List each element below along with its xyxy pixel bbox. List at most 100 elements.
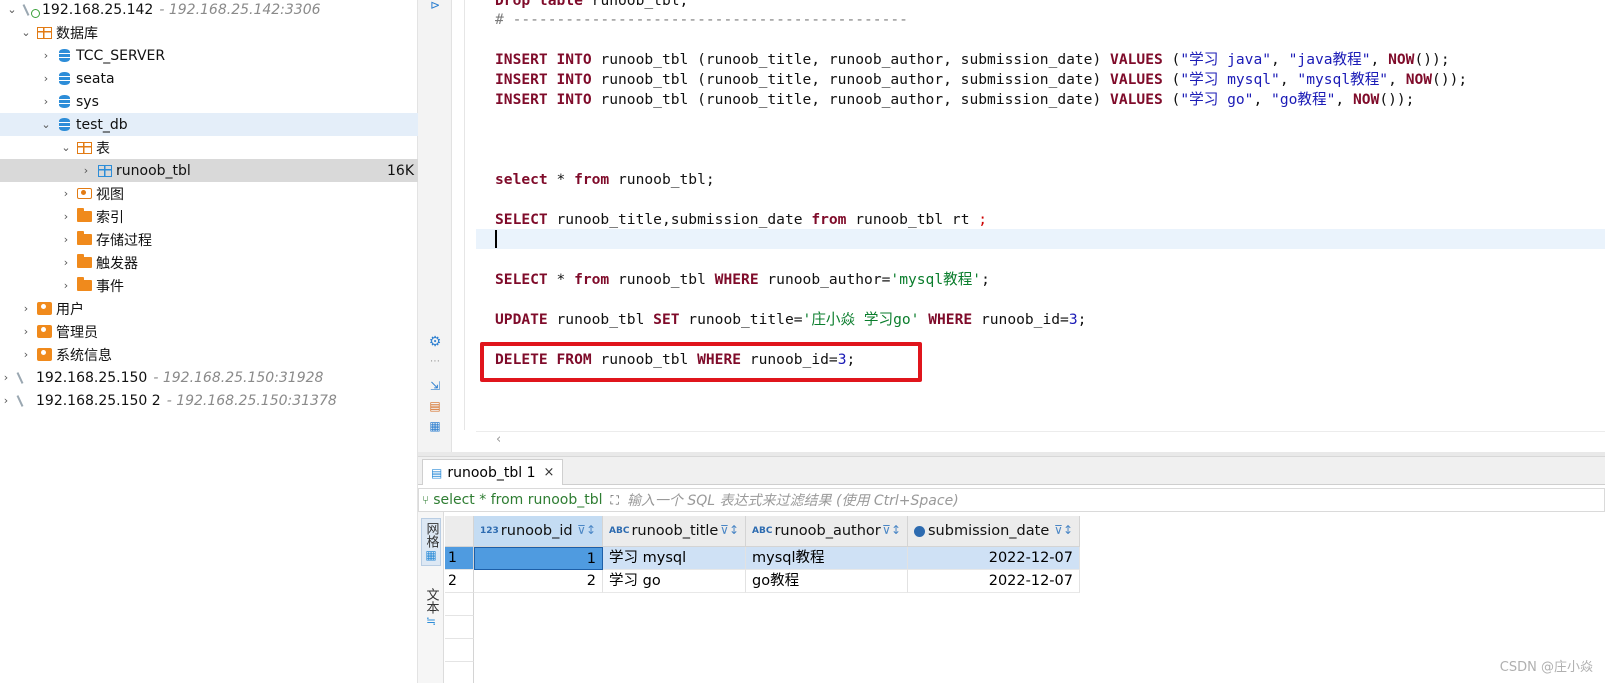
- tree-db-seata[interactable]: › seata: [0, 67, 418, 90]
- tree-procedures-folder[interactable]: › 存储过程: [0, 228, 418, 251]
- connection-icon: [16, 370, 33, 386]
- text-caret: [495, 230, 497, 248]
- tree-databases[interactable]: ⌄ 数据库: [0, 21, 418, 44]
- row-number[interactable]: 2: [445, 570, 474, 593]
- chevron-down-icon[interactable]: ⌄: [6, 3, 18, 16]
- column-name: runoob_id: [500, 523, 573, 539]
- chevron-right-icon[interactable]: ›: [40, 49, 52, 62]
- cell-submission-date[interactable]: 2022-12-07: [908, 570, 1080, 593]
- chevron-right-icon[interactable]: ›: [0, 394, 12, 407]
- database-folder-icon: [36, 25, 53, 41]
- tree-connection-150-2[interactable]: › 192.168.25.150 2 - 192.168.25.150:3137…: [0, 389, 418, 412]
- tree-label: 存储过程: [96, 232, 152, 249]
- chevron-down-icon[interactable]: ⌄: [60, 141, 72, 154]
- table-size: 16K: [387, 162, 414, 179]
- chevron-right-icon[interactable]: ›: [60, 187, 72, 200]
- format-icon[interactable]: ▦: [427, 418, 443, 434]
- code-line-insert-3: INSERT INTO runoob_tbl (runoob_title, ru…: [495, 91, 1415, 108]
- tree-label: 视图: [96, 186, 124, 203]
- cell-runoob-title[interactable]: 学习 mysql: [603, 547, 746, 570]
- close-icon[interactable]: ×: [544, 465, 555, 480]
- horizontal-scrollbar[interactable]: ‹: [476, 431, 1605, 449]
- filter-sort-icon[interactable]: ⊽↕: [1054, 523, 1073, 537]
- expand-icon[interactable]: ⛶: [611, 493, 619, 508]
- text-view-button[interactable]: 文本 ≒: [421, 588, 441, 628]
- column-name: runoob_title: [631, 523, 719, 539]
- more-icon[interactable]: ⋯: [427, 353, 443, 369]
- chevron-right-icon[interactable]: ›: [40, 72, 52, 85]
- tree-label: 事件: [96, 278, 124, 295]
- connection-label: 192.168.25.150 2: [36, 392, 161, 409]
- tree-connection-150[interactable]: › 192.168.25.150 - 192.168.25.150:31928: [0, 366, 418, 389]
- chevron-right-icon[interactable]: ›: [20, 302, 32, 315]
- column-header-runoob-author[interactable]: ABC runoob_author ⊽↕: [746, 516, 908, 547]
- column-header-runoob-title[interactable]: ABC runoob_title ⊽↕: [603, 516, 746, 547]
- tree-views-folder[interactable]: › 视图: [0, 182, 418, 205]
- tree-db-test-db[interactable]: ⌄ test_db: [0, 113, 418, 136]
- column-header-runoob-id[interactable]: 123 runoob_id ⊽↕: [474, 516, 603, 547]
- watermark: CSDN @庄小焱: [1499, 660, 1593, 675]
- filter-sort-icon[interactable]: ⊽↕: [720, 523, 739, 537]
- terminal-icon[interactable]: ⊳: [427, 0, 443, 13]
- empty-row: [445, 616, 474, 639]
- cell-runoob-author[interactable]: mysql教程: [746, 547, 908, 570]
- results-grid[interactable]: 123 runoob_id ⊽↕ ABC runoob_title ⊽↕ ABC…: [445, 516, 1605, 683]
- chevron-right-icon[interactable]: ›: [60, 233, 72, 246]
- highlight-box: [480, 342, 922, 382]
- column-name: submission_date: [928, 523, 1050, 539]
- tree-connection-142[interactable]: ⌄ 192.168.25.142 - 192.168.25.142:3306: [0, 0, 418, 21]
- row-number[interactable]: 1: [445, 547, 474, 570]
- tree-db-sys[interactable]: › sys: [0, 90, 418, 113]
- chevron-right-icon[interactable]: ›: [20, 348, 32, 361]
- view-icon: [76, 186, 93, 202]
- admin-icon: [36, 324, 53, 340]
- tree-triggers-folder[interactable]: › 触发器: [0, 251, 418, 274]
- tree-system-info[interactable]: › 系统信息: [0, 343, 418, 366]
- tree-events-folder[interactable]: › 事件: [0, 274, 418, 297]
- export-icon[interactable]: ⇲: [427, 378, 443, 394]
- tree-label: 用户: [56, 301, 84, 318]
- code-area[interactable]: Drop table runoob_tbl; # ---------------…: [495, 0, 1600, 368]
- tree-tables-folder[interactable]: ⌄ 表: [0, 136, 418, 159]
- tab-results[interactable]: ▤ runoob_tbl 1 ×: [422, 459, 564, 485]
- filter-input[interactable]: 输入一个 SQL 表达式来过滤结果 (使用 Ctrl+Space): [627, 490, 959, 510]
- tree-admins[interactable]: › 管理员: [0, 320, 418, 343]
- chevron-down-icon[interactable]: ⌄: [20, 26, 32, 39]
- chevron-right-icon[interactable]: ›: [60, 256, 72, 269]
- cell-runoob-id[interactable]: 2: [474, 570, 603, 593]
- tree-table-runoob-tbl[interactable]: › runoob_tbl 16K: [0, 159, 418, 182]
- editor-toolbar: ⊳ ⚙ ⋯ ⇲ ▤ ▦: [418, 0, 452, 455]
- cell-runoob-author[interactable]: go教程: [746, 570, 908, 593]
- database-icon: [56, 117, 73, 133]
- type-text-icon: ABC: [752, 526, 773, 536]
- chevron-right-icon[interactable]: ›: [0, 371, 12, 384]
- tree-label: runoob_tbl: [116, 162, 191, 179]
- empty-row: [445, 593, 474, 616]
- tree-indexes-folder[interactable]: › 索引: [0, 205, 418, 228]
- tree-label: 管理员: [56, 324, 98, 341]
- chevron-left-icon[interactable]: ‹: [496, 432, 501, 447]
- chevron-right-icon[interactable]: ›: [20, 325, 32, 338]
- tree-db-tcc-server[interactable]: › TCC_SERVER: [0, 44, 418, 67]
- chevron-right-icon[interactable]: ›: [80, 164, 92, 177]
- tree-users[interactable]: › 用户: [0, 297, 418, 320]
- chevron-right-icon[interactable]: ›: [60, 210, 72, 223]
- tab-label: runoob_tbl 1: [447, 464, 536, 481]
- chevron-right-icon[interactable]: ›: [60, 279, 72, 292]
- filter-sort-icon[interactable]: ⊽↕: [882, 523, 901, 537]
- gear-icon[interactable]: ⚙: [427, 334, 443, 350]
- users-icon: [36, 301, 53, 317]
- folder-icon: [76, 254, 93, 271]
- chevron-down-icon[interactable]: ⌄: [40, 118, 52, 131]
- grid-view-button[interactable]: 网格 ▦: [421, 518, 441, 566]
- cell-submission-date[interactable]: 2022-12-07: [908, 547, 1080, 570]
- filter-sort-icon[interactable]: ⊽↕: [577, 523, 596, 537]
- chevron-right-icon[interactable]: ›: [40, 95, 52, 108]
- column-header-submission-date[interactable]: submission_date ⊽↕: [908, 516, 1080, 547]
- file-icon[interactable]: ▤: [427, 398, 443, 414]
- cell-runoob-id[interactable]: 1: [474, 547, 603, 570]
- cell-runoob-title[interactable]: 学习 go: [603, 570, 746, 593]
- tree-label: 数据库: [56, 25, 98, 42]
- connection-address: - 192.168.25.150:31378: [166, 392, 337, 409]
- type-text-icon: ABC: [609, 526, 630, 536]
